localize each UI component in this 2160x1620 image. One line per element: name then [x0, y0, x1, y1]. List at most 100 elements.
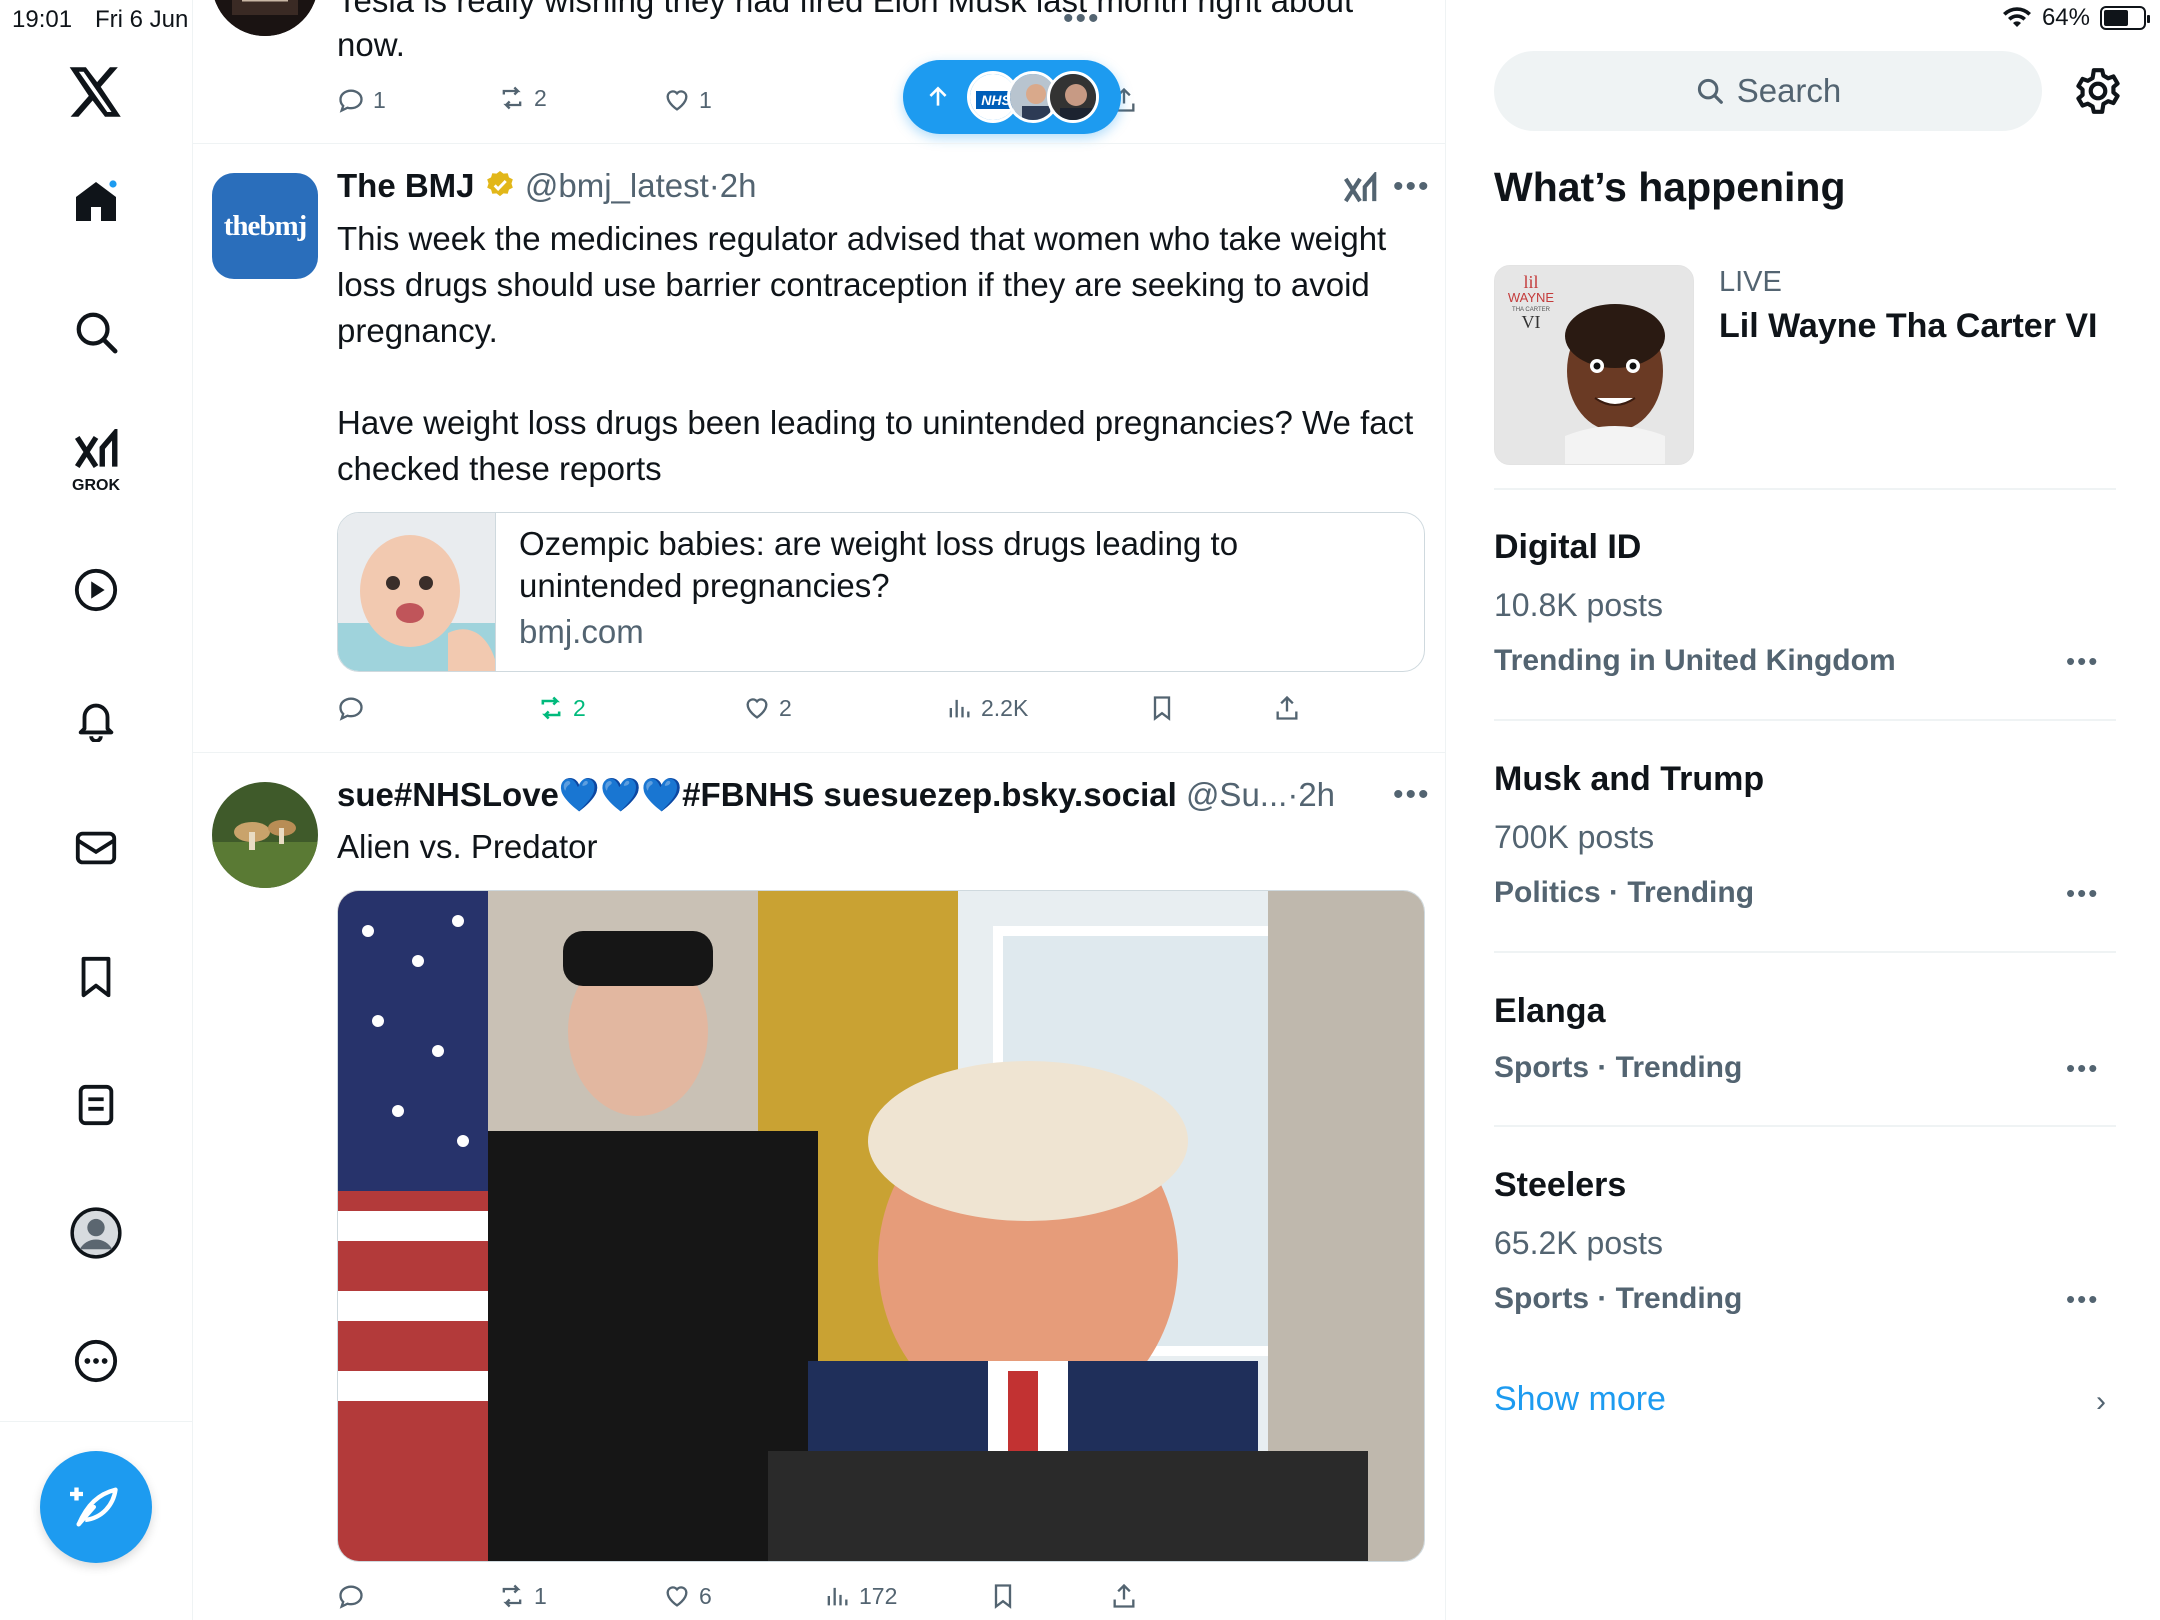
bookmark-icon [1153, 696, 1171, 721]
tweet1-views-button[interactable]: 2.2K [945, 694, 1028, 722]
trend-title[interactable]: Musk and Trump [1494, 760, 1764, 799]
toast-avatar-person-2 [1047, 71, 1099, 123]
drag-handle-icon[interactable]: ••• [1063, 2, 1101, 36]
album-cover-text: WAYNE [1508, 290, 1555, 305]
tweet2-reply-button[interactable] [337, 1582, 365, 1610]
tweet2-separator: · [1287, 776, 1299, 813]
chevron-right-icon[interactable]: › [2096, 1385, 2106, 1419]
grok-icon[interactable]: GROK [70, 424, 122, 500]
tweet2-repost-button[interactable]: 1 [498, 1582, 547, 1610]
video-play-icon[interactable] [70, 564, 122, 616]
grok-label: GROK [72, 477, 120, 494]
tweet1-handle[interactable]: @bmj_latest [525, 167, 709, 204]
compose-post-button[interactable] [40, 1451, 152, 1563]
tweet2-like-count: 6 [699, 1582, 712, 1609]
trend-context: Sports · Trending [1494, 1051, 1743, 1084]
tweet2-time[interactable]: 2h [1298, 776, 1335, 813]
tweet1-reply-button[interactable] [337, 694, 365, 722]
profile-avatar-icon[interactable] [70, 1207, 122, 1259]
tweet1-like-count: 2 [779, 694, 792, 721]
tweet1-link-card[interactable]: Ozempic babies: are weight loss drugs le… [337, 512, 1425, 672]
views-chart-icon [949, 699, 970, 718]
explore-search-icon[interactable] [70, 306, 122, 358]
right-sidebar: Search What’s happening lil WAYNE THA CA… [1446, 0, 2160, 1620]
tweet2-text: Alien vs. Predator [337, 828, 598, 865]
trend-title[interactable]: Steelers [1494, 1166, 1626, 1205]
lists-icon[interactable] [70, 1079, 122, 1131]
tweet1-more-icon[interactable]: ••• [1393, 170, 1431, 204]
more-options-icon[interactable] [70, 1335, 122, 1387]
trend-title[interactable]: Elanga [1494, 992, 1605, 1031]
repost-icon [502, 86, 522, 110]
search-input[interactable]: Search [1494, 51, 2042, 131]
live-event-thumbnail[interactable]: lil WAYNE THA CARTER VI [1494, 265, 1694, 465]
trend-context: Sports · Trending [1494, 1282, 1743, 1315]
tweet1-share-button[interactable] [1273, 694, 1301, 722]
tweet2-repost-count: 1 [534, 1582, 547, 1609]
tweet1-paragraph1: This week the medicines regulator advise… [337, 220, 1387, 349]
reply-icon [339, 1585, 363, 1609]
tweet-divider [193, 752, 1445, 753]
prev-repost-button[interactable]: 2 [498, 84, 547, 112]
tweet1-time[interactable]: 2h [720, 167, 757, 204]
prev-reply-count: 1 [373, 86, 386, 113]
bookmarks-icon[interactable] [70, 951, 122, 1003]
nav-divider [0, 1421, 193, 1422]
trend-divider [1494, 951, 2116, 953]
timeline-feed: Tesla is really wishing they had fired E… [193, 0, 1446, 1620]
trend-divider [1494, 1125, 2116, 1127]
link-card-title: Ozempic babies: are weight loss drugs le… [519, 525, 1239, 604]
prev-tweet-avatar[interactable] [212, 0, 318, 36]
tweet1-bookmark-button[interactable] [1148, 694, 1176, 722]
trend-post-count: 10.8K posts [1494, 587, 1663, 623]
trend-context: Trending in United Kingdom [1494, 644, 1896, 677]
prev-tweet-text-line2: now. [337, 26, 405, 63]
share-icon [1113, 1583, 1135, 1608]
tweet1-repost-button[interactable]: 2 [537, 694, 586, 722]
tweet2-share-button[interactable] [1110, 1582, 1138, 1610]
reply-icon [339, 697, 363, 721]
trend-more-icon[interactable]: ••• [2066, 646, 2099, 677]
tweet1-display-name[interactable]: The BMJ [337, 167, 475, 204]
trend-more-icon[interactable]: ••• [2066, 1284, 2099, 1315]
arrow-up-icon [929, 86, 947, 106]
tweet1-like-button[interactable]: 2 [743, 694, 792, 722]
tweet2-more-icon[interactable]: ••• [1393, 778, 1431, 812]
live-event-title[interactable]: Lil Wayne Tha Carter VI [1719, 307, 2098, 346]
tweet2-avatar[interactable] [212, 782, 318, 888]
trend-title[interactable]: Digital ID [1494, 528, 1641, 567]
tweet2-views-button[interactable]: 172 [823, 1582, 897, 1610]
notifications-bell-icon[interactable] [70, 693, 122, 745]
tweet1-header: The BMJ @bmj_latest·2h [337, 167, 756, 205]
new-posts-toast-button[interactable]: NHS [903, 60, 1121, 134]
left-navigation: GROK [0, 0, 193, 1620]
messages-mail-icon[interactable] [70, 822, 122, 874]
settings-gear-icon[interactable] [2073, 66, 2123, 116]
prev-reply-button[interactable]: 1 [337, 86, 386, 114]
prev-like-button[interactable]: 1 [663, 86, 712, 114]
x-logo-icon[interactable] [68, 64, 124, 120]
bmj-avatar[interactable]: thebmj [212, 173, 318, 279]
tweet1-paragraph2: Have weight loss drugs been leading to u… [337, 404, 1414, 487]
tweet2-photo[interactable] [337, 890, 1425, 1562]
trend-post-count: 65.2K posts [1494, 1225, 1663, 1261]
tweet2-handle[interactable]: @Su... [1186, 776, 1287, 813]
home-icon[interactable] [70, 175, 122, 227]
prev-like-count: 1 [699, 86, 712, 113]
trend-more-icon[interactable]: ••• [2066, 1053, 2099, 1084]
tweet2-like-button[interactable]: 6 [663, 1582, 712, 1610]
tweet-divider [193, 143, 1445, 144]
tweet2-display-name[interactable]: sue#NHSLove💙💙💙#FBNHS suesuezep.bsky.soci… [337, 776, 1177, 813]
album-cover-text: VI [1522, 312, 1541, 332]
grok-explain-icon[interactable] [1341, 170, 1379, 213]
trend-more-icon[interactable]: ••• [2066, 878, 2099, 909]
tweet2-bookmark-button[interactable] [989, 1582, 1017, 1610]
search-placeholder: Search [1736, 72, 1842, 109]
tweet2-header: sue#NHSLove💙💙💙#FBNHS suesuezep.bsky.soci… [337, 776, 1387, 815]
tweet1-views-count: 2.2K [981, 694, 1029, 721]
bmj-avatar-logo: thebmj [223, 209, 308, 242]
trend-divider [1494, 719, 2116, 721]
heart-icon [666, 1586, 688, 1607]
tweet1-separator: · [708, 167, 720, 204]
show-more-link[interactable]: Show more [1494, 1380, 1666, 1419]
